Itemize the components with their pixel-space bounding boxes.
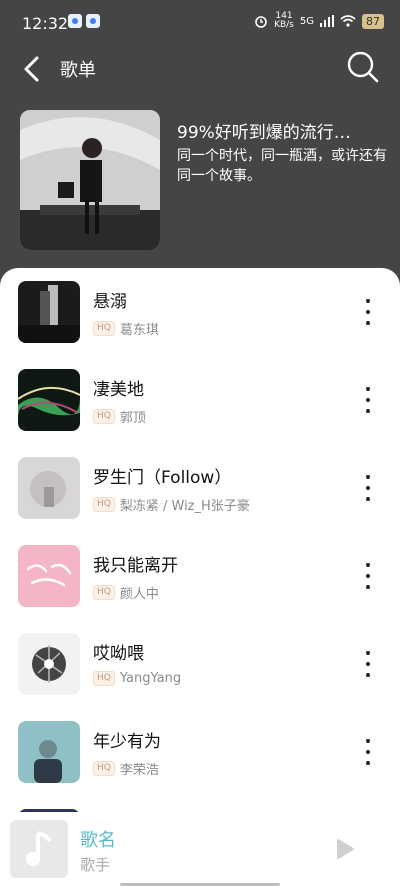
playlist-header: 99%好听到爆的流行… 同一个时代，同一瓶酒，或许还有同一个故事。 xyxy=(0,110,400,250)
playlist-title: 99%好听到爆的流行… xyxy=(177,123,351,143)
song-cover-image xyxy=(18,721,80,783)
song-cover xyxy=(18,281,80,343)
song-row[interactable]: 哎呦喂 HQ YangYang xyxy=(0,633,400,713)
song-meta: HQ 李荣浩 xyxy=(93,759,159,778)
more-dot xyxy=(366,310,370,314)
hq-badge: HQ xyxy=(93,321,115,336)
search-button[interactable] xyxy=(346,50,380,84)
song-meta: HQ YangYang xyxy=(93,671,181,686)
signal-label: 5G xyxy=(299,15,314,27)
song-cover-image xyxy=(18,281,80,343)
hq-badge: HQ xyxy=(93,671,115,686)
hq-badge: HQ xyxy=(93,409,115,424)
music-note-icon xyxy=(26,831,52,866)
more-dot xyxy=(366,563,370,567)
more-dot xyxy=(366,761,370,765)
status-right: 141 KB/s 5G 87 xyxy=(254,12,384,30)
more-dot xyxy=(366,585,370,589)
more-dot xyxy=(366,475,370,479)
song-artist: 郭顶 xyxy=(119,411,146,426)
song-meta: HQ 梨冻紧 / Wiz_H张子豪 xyxy=(93,495,250,514)
song-meta: HQ 葛东琪 xyxy=(93,319,159,338)
song-meta: HQ 郭顶 xyxy=(93,407,146,426)
status-time: 12:32 xyxy=(22,14,69,33)
more-dot xyxy=(366,574,370,578)
more-dot xyxy=(366,486,370,490)
song-cover-image xyxy=(18,633,80,695)
song-title: 罗生门（Follow） xyxy=(93,468,232,488)
back-button[interactable] xyxy=(18,54,48,84)
more-options-button[interactable] xyxy=(360,563,376,589)
more-dot xyxy=(366,398,370,402)
song-title: 凄美地 xyxy=(93,380,144,400)
more-dot xyxy=(366,750,370,754)
more-dot xyxy=(366,739,370,743)
song-row[interactable]: 凄美地 HQ 郭顶 xyxy=(0,369,400,449)
more-dot xyxy=(366,321,370,325)
player-song-title: 歌名 xyxy=(80,830,116,851)
hq-badge: HQ xyxy=(93,761,115,776)
song-row[interactable]: 悬溺 HQ 葛东琪 xyxy=(0,281,400,361)
playlist-cover[interactable] xyxy=(20,110,160,250)
signal-icon xyxy=(320,15,334,27)
song-cover-image xyxy=(18,369,80,431)
song-cover xyxy=(18,369,80,431)
playlist-description: 同一个时代，同一瓶酒，或许还有同一个故事。 xyxy=(177,148,387,184)
song-cover-image xyxy=(18,545,80,607)
song-artist: YangYang xyxy=(119,671,182,686)
more-options-button[interactable] xyxy=(360,387,376,413)
more-dot xyxy=(366,387,370,391)
player-artist: 歌手 xyxy=(80,856,111,874)
more-dot xyxy=(366,662,370,666)
song-cover xyxy=(18,457,80,519)
song-row[interactable]: 年少有为 HQ 李荣浩 xyxy=(0,721,400,801)
song-title: 年少有为 xyxy=(93,732,161,752)
song-cover-image xyxy=(18,457,80,519)
more-dot xyxy=(366,497,370,501)
app-notification-icon xyxy=(68,14,82,28)
more-dot xyxy=(366,409,370,413)
page-title: 歌单 xyxy=(60,60,96,81)
mini-player[interactable]: 歌名 歌手 xyxy=(0,812,400,889)
app-notification-icon xyxy=(86,14,100,28)
more-dot xyxy=(366,299,370,303)
more-options-button[interactable] xyxy=(360,739,376,765)
battery-indicator: 87 xyxy=(362,13,384,29)
song-list: 悬溺 HQ 葛东琪 凄美地 HQ 郭顶 罗生门（Follow） HQ 梨冻紧 /… xyxy=(0,268,400,889)
notification-icons xyxy=(68,14,100,28)
song-row[interactable]: 我只能离开 HQ 颜人中 xyxy=(0,545,400,625)
song-cover xyxy=(18,633,80,695)
song-title: 哎呦喂 xyxy=(93,644,144,664)
hq-badge: HQ xyxy=(93,497,115,512)
play-button[interactable] xyxy=(336,838,356,864)
net-speed-unit: KB/s xyxy=(274,20,294,30)
hq-badge: HQ xyxy=(93,585,115,600)
song-cover xyxy=(18,721,80,783)
player-cover xyxy=(10,820,68,878)
song-cover xyxy=(18,545,80,607)
more-options-button[interactable] xyxy=(360,299,376,325)
more-dot xyxy=(366,673,370,677)
song-artist: 颜人中 xyxy=(119,587,159,602)
play-icon xyxy=(337,839,354,859)
more-dot xyxy=(366,651,370,655)
wifi-icon xyxy=(340,15,356,27)
song-title: 我只能离开 xyxy=(93,556,178,576)
search-icon xyxy=(347,51,379,83)
chevron-left-icon xyxy=(24,56,39,82)
song-artist: 葛东琪 xyxy=(119,323,159,338)
song-row[interactable]: 罗生门（Follow） HQ 梨冻紧 / Wiz_H张子豪 xyxy=(0,457,400,537)
alarm-icon xyxy=(255,16,267,28)
status-bar: 12:32 141 KB/s 5G 87 xyxy=(0,0,400,44)
more-options-button[interactable] xyxy=(360,475,376,501)
song-artist: 梨冻紧 / Wiz_H张子豪 xyxy=(119,499,250,514)
song-meta: HQ 颜人中 xyxy=(93,583,159,602)
song-title: 悬溺 xyxy=(93,292,127,312)
net-speed: 141 KB/s xyxy=(274,12,294,30)
song-artist: 李荣浩 xyxy=(119,763,159,778)
playlist-cover-image xyxy=(20,110,160,250)
more-options-button[interactable] xyxy=(360,651,376,677)
top-bar: 歌单 xyxy=(0,44,400,92)
home-indicator[interactable] xyxy=(120,883,280,886)
